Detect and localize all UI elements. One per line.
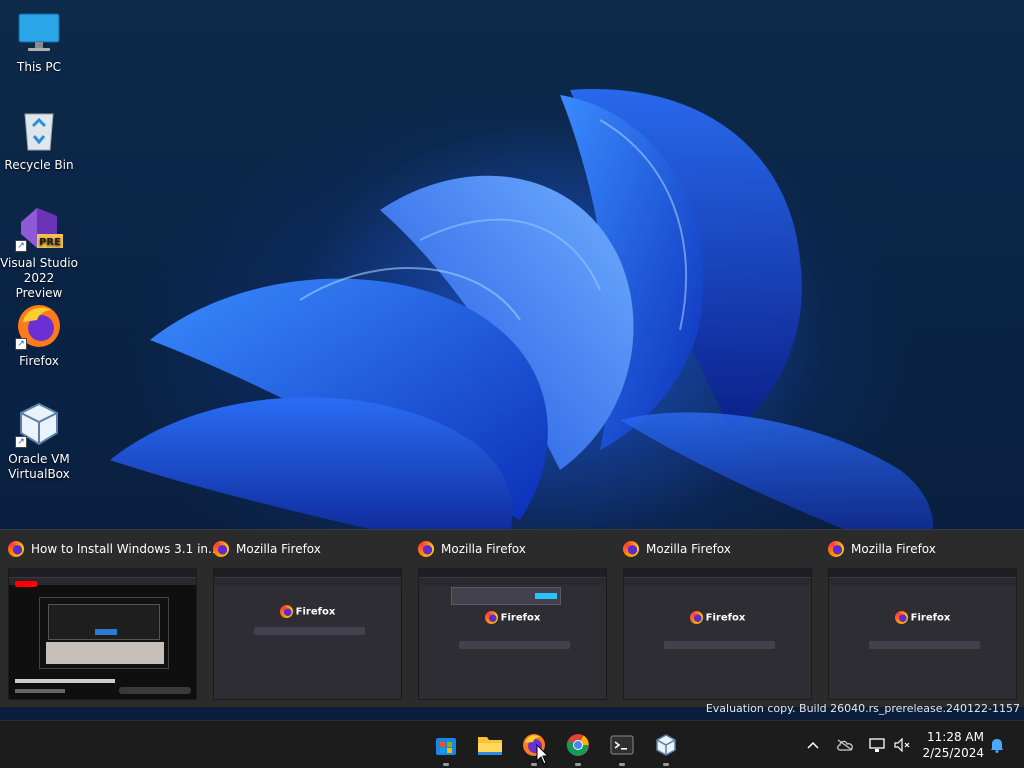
taskbar-start-button[interactable] <box>426 721 466 768</box>
terminal-icon <box>610 735 634 755</box>
thumbnail-preview: Firefox <box>828 568 1017 700</box>
desktop-icon-label: This PC <box>17 60 61 74</box>
shortcut-arrow-icon: ↗ <box>15 338 27 350</box>
recycle-bin-icon <box>15 106 63 154</box>
thumbnail-title: Mozilla Firefox <box>441 542 526 556</box>
desktop-icon-label: Oracle VM <box>8 452 70 466</box>
desktop-icon-label: Visual Studio <box>0 256 78 270</box>
thumbnail-title: Mozilla Firefox <box>646 542 731 556</box>
firefox-icon: ↗ <box>15 302 63 350</box>
shortcut-arrow-icon: ↗ <box>15 436 27 448</box>
desktop-icon-recycle-bin[interactable]: Recycle Bin <box>0 106 78 173</box>
window-thumbnail[interactable]: Mozilla Firefox Firefox <box>410 530 615 708</box>
desktop-icon-label-line2: 2022 Preview <box>15 271 63 300</box>
thumbnail-preview: Firefox <box>623 568 812 700</box>
desktop-icon-this-pc[interactable]: This PC <box>0 8 78 75</box>
thumbnail-preview <box>8 568 197 700</box>
evaluation-watermark: Evaluation copy. Build 26040.rs_prerelea… <box>705 702 1020 715</box>
firefox-icon <box>8 541 24 557</box>
running-indicator <box>663 763 669 766</box>
taskbar-file-explorer[interactable] <box>470 721 510 768</box>
window-thumbnail[interactable]: Mozilla Firefox Firefox <box>615 530 820 708</box>
notification-bell-icon[interactable] <box>984 721 1010 768</box>
volume-muted-icon[interactable] <box>890 721 916 768</box>
thumbnail-title: Mozilla Firefox <box>851 542 936 556</box>
desktop-icon-firefox[interactable]: ↗ Firefox <box>0 302 78 369</box>
desktop-icon-label: Recycle Bin <box>4 158 74 172</box>
firefox-wordmark: Firefox <box>910 612 951 624</box>
virtualbox-icon: ↗ <box>15 400 63 448</box>
chrome-icon <box>566 734 589 756</box>
virtualbox-icon <box>656 734 676 756</box>
desktop-icon-label-line2: VirtualBox <box>8 467 70 481</box>
window-thumbnail[interactable]: Mozilla Firefox Firefox <box>820 530 1024 708</box>
firefox-wordmark: Firefox <box>500 612 541 624</box>
firefox-wordmark: Firefox <box>295 606 336 618</box>
pre-badge: PRE <box>39 237 61 248</box>
tray-overflow-chevron-up-icon[interactable] <box>800 721 826 768</box>
network-icon[interactable] <box>864 721 890 768</box>
thumbnail-preview: Firefox <box>418 568 607 700</box>
firefox-icon <box>623 541 639 557</box>
youtube-logo-icon <box>15 581 37 587</box>
taskbar-virtualbox[interactable] <box>646 721 686 768</box>
desktop-icon-virtualbox[interactable]: ↗ Oracle VM VirtualBox <box>0 400 78 482</box>
shortcut-arrow-icon: ↗ <box>15 240 27 252</box>
taskbar-clock[interactable]: 11:28 AM 2/25/2024 <box>920 729 984 761</box>
thumbnail-title: How to Install Windows 3.1 in... <box>31 542 220 556</box>
running-indicator <box>443 763 449 766</box>
visual-studio-icon: PRE ↗ <box>15 204 63 252</box>
window-thumbnail[interactable]: Mozilla Firefox Firefox <box>205 530 410 708</box>
running-indicator <box>619 763 625 766</box>
firefox-icon <box>213 541 229 557</box>
running-indicator <box>575 763 581 766</box>
folder-icon <box>478 737 502 755</box>
firefox-wordmark: Firefox <box>705 612 746 624</box>
monitor-icon <box>15 8 63 56</box>
mouse-cursor-icon <box>536 743 550 768</box>
taskbar-thumbnail-strip: How to Install Windows 3.1 in... Mozilla… <box>0 529 1024 707</box>
clock-date: 2/25/2024 <box>922 746 984 760</box>
desktop-icon-visual-studio[interactable]: PRE ↗ Visual Studio 2022 Preview <box>0 204 78 301</box>
taskbar: 11:28 AM 2/25/2024 <box>0 720 1024 768</box>
clock-time: 11:28 AM <box>927 730 984 744</box>
firefox-icon <box>828 541 844 557</box>
thumbnail-title: Mozilla Firefox <box>236 542 321 556</box>
desktop-icon-label: Firefox <box>19 354 59 368</box>
window-thumbnail[interactable]: How to Install Windows 3.1 in... <box>0 530 219 708</box>
onedrive-cloud-icon[interactable] <box>832 721 858 768</box>
store-icon <box>436 738 456 755</box>
taskbar-chrome[interactable] <box>558 721 598 768</box>
firefox-icon <box>418 541 434 557</box>
thumbnail-preview: Firefox <box>213 568 402 700</box>
taskbar-terminal[interactable] <box>602 721 642 768</box>
